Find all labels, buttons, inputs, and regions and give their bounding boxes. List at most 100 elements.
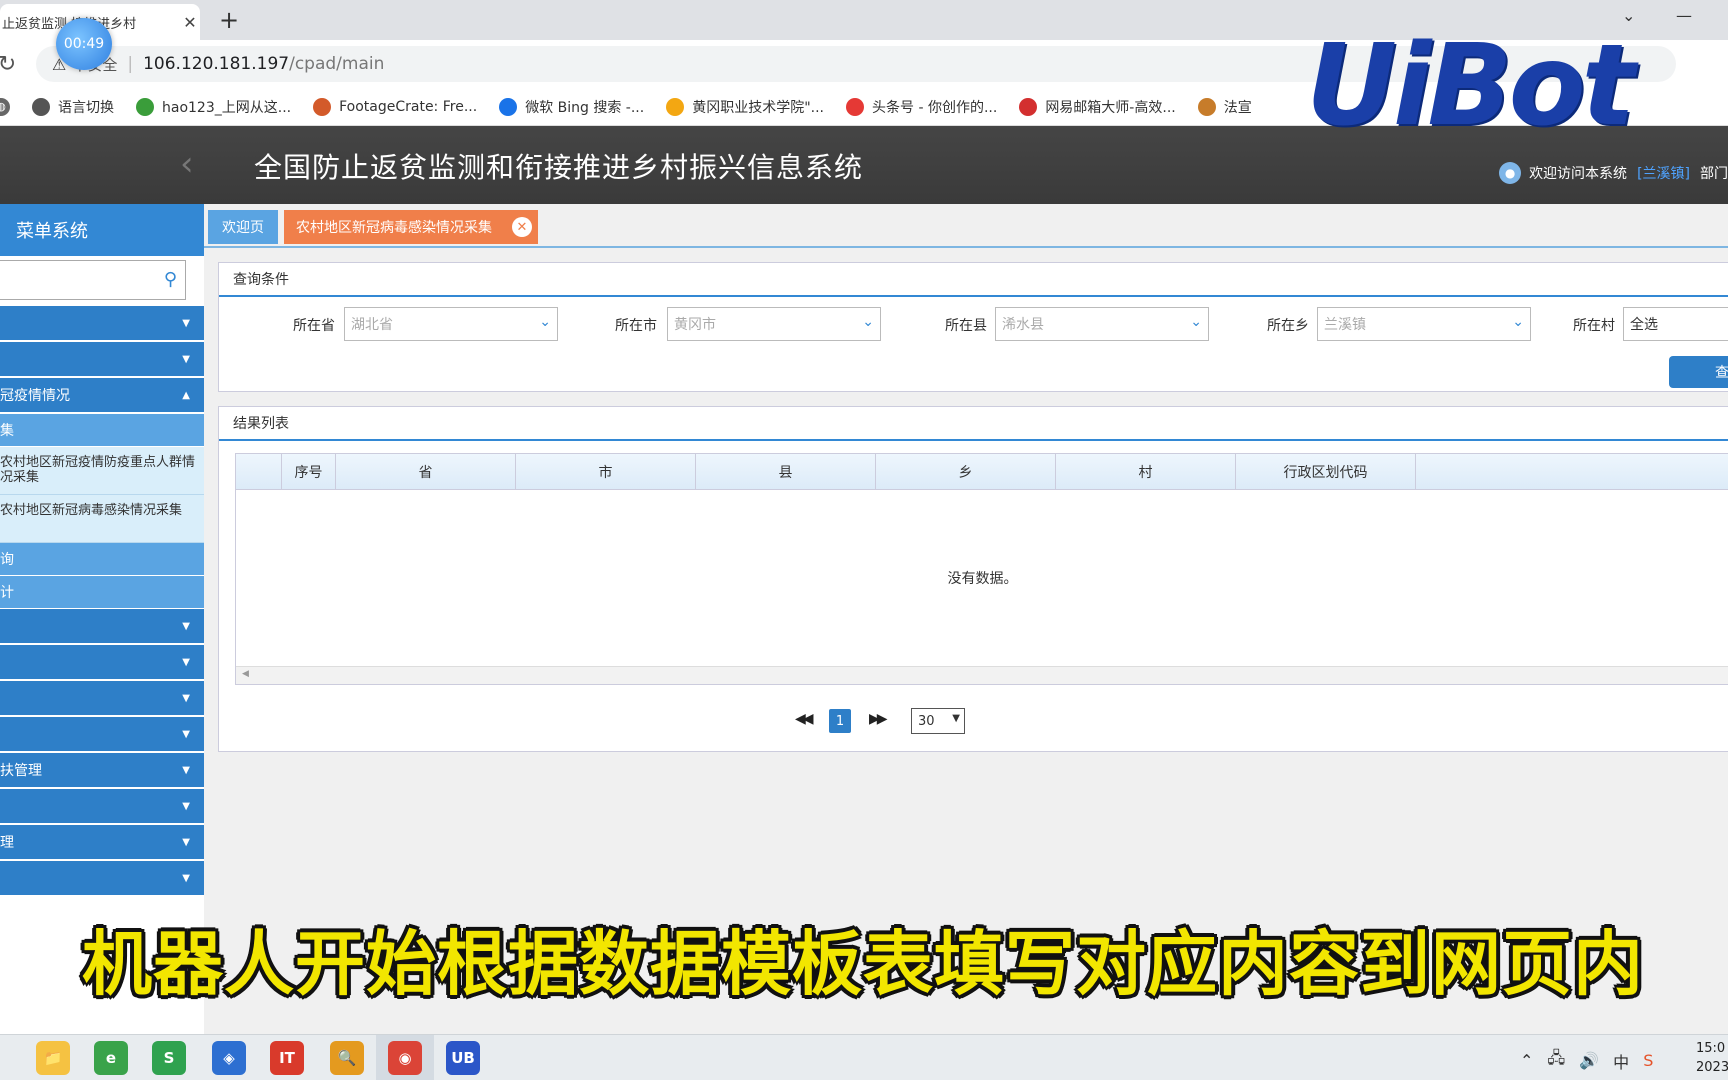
page-size-select[interactable]: 30 ▼ xyxy=(911,708,965,734)
url-host: 106.120.181.197 xyxy=(143,54,290,74)
sidebar-item[interactable]: ▼ xyxy=(0,306,204,342)
grid-column-header[interactable]: 市 xyxy=(516,454,696,489)
caret-down-icon: ▼ xyxy=(182,836,190,848)
caret-down-icon: ▼ xyxy=(182,353,190,365)
sidebar-item[interactable]: ▼ xyxy=(0,342,204,378)
grid-header: 序号省市县乡村行政区划代码 xyxy=(236,454,1728,490)
bookmark-label: 法宣 xyxy=(1223,99,1252,116)
system-title: 全国防止返贫监测和衔接推进乡村振兴信息系统 xyxy=(254,151,864,184)
sidebar-item[interactable]: ▼ xyxy=(0,609,204,645)
grid-column-header[interactable]: 村 xyxy=(1056,454,1236,489)
city-label: 所在市 xyxy=(615,318,657,334)
ie-browser-icon[interactable]: e xyxy=(94,1041,128,1075)
user-area: ● 欢迎访问本系统 [兰溪镇] 部门 xyxy=(1499,162,1728,184)
chrome-icon[interactable]: ◉ xyxy=(388,1041,422,1075)
chevron-up-icon[interactable]: ⌃ xyxy=(1520,1051,1533,1070)
caret-down-icon: ▼ xyxy=(182,620,190,632)
it-app-icon[interactable]: IT xyxy=(270,1041,304,1075)
app-blue-icon[interactable]: ◈ xyxy=(212,1041,246,1075)
sidebar-item[interactable]: 扶管理 ▼ xyxy=(0,753,204,789)
sidebar-subitem[interactable]: 计 xyxy=(0,576,204,609)
new-tab-icon[interactable]: + xyxy=(216,6,242,34)
bookmark-label: 微软 Bing 搜索 -... xyxy=(525,99,645,116)
tab-active-label: 农村地区新冠病毒感染情况采集 xyxy=(296,220,492,236)
clock[interactable]: 15:0 2023/ xyxy=(1696,1039,1728,1077)
bookmark-icon xyxy=(1197,97,1216,116)
scroll-left-icon[interactable]: ◀ xyxy=(242,669,249,679)
content-tabs: 欢迎页 农村地区新冠病毒感染情况采集 ✕ xyxy=(208,210,538,244)
close-tab-icon[interactable]: ✕ xyxy=(512,217,532,237)
bookmark-item[interactable]: hao123_上网从这... xyxy=(136,97,291,117)
bookmark-item[interactable]: 头条号 - 你创作的... xyxy=(846,97,997,117)
sidebar-item[interactable]: ▼ xyxy=(0,645,204,681)
grid-column-header[interactable]: 行政区划代码 xyxy=(1236,454,1416,489)
empty-text: 没有数据。 xyxy=(947,571,1018,587)
bookmark-icon xyxy=(313,97,332,116)
page-size-value: 30 xyxy=(918,713,935,729)
back-arrow-icon[interactable]: ‹ xyxy=(180,144,194,184)
county-select[interactable]: 浠水县 ⌄ xyxy=(995,307,1209,341)
bookmark-label: 语言切换 xyxy=(58,99,114,116)
sidebar-subitem[interactable]: 询 xyxy=(0,543,204,576)
close-tab-icon[interactable]: ✕ xyxy=(180,13,200,32)
last-page-icon[interactable]: ▶▶ xyxy=(869,711,887,727)
sidebar-item[interactable]: ▼ xyxy=(0,789,204,825)
city-select[interactable]: 黄冈市 ⌄ xyxy=(667,307,881,341)
sidebar-leaf-item[interactable]: 农村地区新冠病毒感染情况采集 xyxy=(0,495,204,543)
sidebar-subitem[interactable]: 集 xyxy=(0,414,204,447)
page-number-button[interactable]: 1 xyxy=(829,709,851,733)
town-link[interactable]: [兰溪镇] xyxy=(1637,163,1690,183)
sidebar-item-label: 计 xyxy=(0,585,14,601)
clock-date: 2023/ xyxy=(1696,1060,1728,1075)
grid-column-header[interactable]: 县 xyxy=(696,454,876,489)
village-select[interactable]: 全选 xyxy=(1623,307,1728,341)
wps-sheet-icon[interactable]: S xyxy=(152,1041,186,1075)
sidebar-leaf-item[interactable]: 农村地区新冠疫情防疫重点人群情况采集 xyxy=(0,447,204,495)
search-icon[interactable]: ⚲ xyxy=(164,269,177,290)
bookmark-item[interactable]: FootageCrate: Fre... xyxy=(313,97,477,116)
query-panel-title: 查询条件 xyxy=(219,263,1728,297)
bookmark-item[interactable]: 语言切换 xyxy=(32,97,114,117)
query-button[interactable]: 查 xyxy=(1669,356,1728,388)
sidebar-item[interactable]: ▼ xyxy=(0,681,204,717)
bookmark-item[interactable]: 法宣 xyxy=(1197,97,1252,117)
ime-indicator[interactable]: 中 xyxy=(1613,1049,1629,1073)
sidebar-item[interactable]: 冠疫情情况 ▲ xyxy=(0,378,204,414)
province-select[interactable]: 湖北省 ⌄ xyxy=(344,307,558,341)
sidebar-search-input[interactable]: ⚲ xyxy=(0,260,186,300)
bookmark-item[interactable]: 黄冈职业技术学院"... xyxy=(666,97,824,117)
reload-icon[interactable]: ↻ xyxy=(0,52,22,77)
town-select[interactable]: 兰溪镇 ⌄ xyxy=(1317,307,1531,341)
bookmark-item[interactable]: 微软 Bing 搜索 -... xyxy=(499,97,644,117)
sidebar-item[interactable]: 理 ▼ xyxy=(0,825,204,861)
file-explorer-icon[interactable]: 📁 xyxy=(36,1041,70,1075)
first-page-icon[interactable]: ◀◀ xyxy=(795,711,813,727)
uibot-logo-text: UiBot xyxy=(1306,21,1635,151)
chevron-down-icon: ⌄ xyxy=(539,314,551,330)
globe-icon[interactable]: ◍ xyxy=(0,97,10,116)
sidebar-item[interactable]: ▼ xyxy=(0,861,204,897)
bookmark-label: 网易邮箱大师-高效... xyxy=(1045,99,1176,116)
bookmark-item[interactable]: 网易邮箱大师-高效... xyxy=(1019,97,1176,117)
horizontal-scrollbar[interactable]: ◀ xyxy=(236,666,1728,684)
recording-timer: 00:49 xyxy=(56,18,112,70)
caret-down-icon: ▼ xyxy=(182,656,190,668)
sidebar-menu: ▼ ▼ 冠疫情情况 ▲ 集农村地区新冠疫情防疫重点人群情况采集 农村地区新冠病毒感染情况采… xyxy=(0,306,204,897)
chevron-down-icon: ⌄ xyxy=(862,314,874,330)
grid-empty-message: 没有数据。 xyxy=(236,490,1728,666)
grid-column-header[interactable]: 序号 xyxy=(282,454,336,489)
province-label: 所在省 xyxy=(293,318,335,334)
tab-infection-collection[interactable]: 农村地区新冠病毒感染情况采集 ✕ xyxy=(284,210,538,244)
uibot-icon[interactable]: UB xyxy=(446,1041,480,1075)
sogou-icon[interactable]: S xyxy=(1643,1051,1653,1070)
chevron-down-icon: ⌄ xyxy=(1512,314,1524,330)
bookmark-icon xyxy=(32,97,50,116)
volume-icon[interactable]: 🔊 xyxy=(1579,1051,1599,1070)
search-app-icon[interactable]: 🔍 xyxy=(330,1041,364,1075)
grid-column-header[interactable]: 乡 xyxy=(876,454,1056,489)
grid-column-header[interactable]: 省 xyxy=(336,454,516,489)
network-icon[interactable]: 🖧 xyxy=(1547,1047,1565,1074)
bookmark-label: 黄冈职业技术学院"... xyxy=(692,99,824,116)
sidebar-item[interactable]: ▼ xyxy=(0,717,204,753)
tab-welcome[interactable]: 欢迎页 xyxy=(208,210,278,244)
